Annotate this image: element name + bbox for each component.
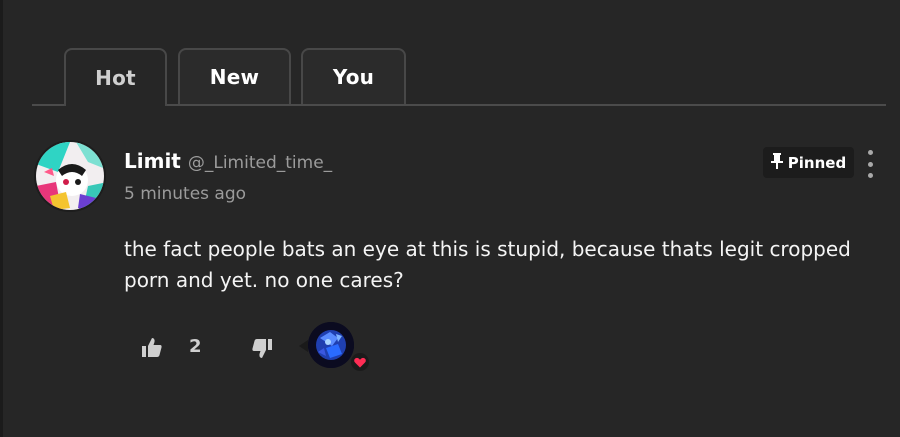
comment-timestamp: 5 minutes ago — [124, 184, 247, 204]
author-handle[interactable]: @_Limited_time_ — [188, 153, 332, 173]
comment-actions: 2 — [140, 322, 400, 371]
pinned-badge: Pinned — [763, 147, 854, 178]
tab-new[interactable]: New — [178, 48, 291, 104]
tab-hot[interactable]: Hot — [64, 48, 167, 106]
author-avatar[interactable] — [34, 140, 106, 212]
tab-you[interactable]: You — [301, 48, 406, 104]
more-vertical-icon[interactable] — [860, 150, 880, 178]
reaction-pointer — [299, 340, 308, 352]
heart-icon — [350, 353, 370, 371]
author-row: Limit @_Limited_time_ — [124, 149, 332, 173]
pinned-label: Pinned — [787, 153, 847, 172]
feed-tabs: Hot New You — [32, 48, 886, 106]
author-name[interactable]: Limit — [124, 149, 181, 173]
comment-body: the fact people bats an eye at this is s… — [124, 237, 851, 292]
like-count: 2 — [189, 336, 202, 357]
pin-icon — [770, 152, 783, 173]
thumbs-up-icon[interactable] — [140, 336, 164, 360]
thumbs-down-icon[interactable] — [250, 336, 274, 360]
creator-reaction-avatar[interactable] — [308, 322, 354, 368]
comment-card: Limit @_Limited_time_ 5 minutes ago Pinn… — [0, 130, 900, 390]
